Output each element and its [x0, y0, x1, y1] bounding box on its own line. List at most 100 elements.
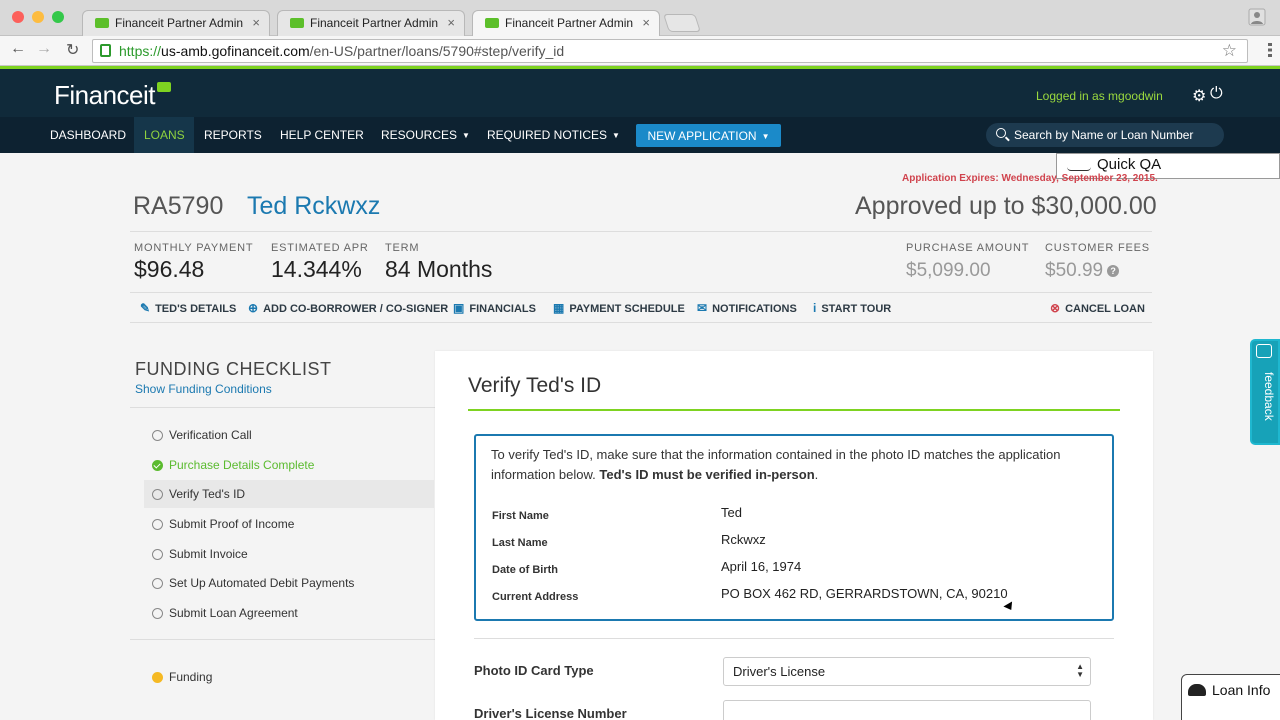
- back-arrow-icon[interactable]: ←: [10, 40, 26, 58]
- divider: [130, 407, 435, 408]
- close-tab-icon[interactable]: ×: [447, 15, 455, 30]
- customer-fees: $50.99?: [1045, 260, 1120, 282]
- nav-resources[interactable]: RESOURCES ▼: [381, 117, 470, 153]
- checklist-label: Verification Call: [169, 428, 252, 442]
- action-label: TED'S DETAILS: [155, 303, 237, 315]
- financeit-logo[interactable]: Financeit: [54, 80, 171, 111]
- nav-required-notices[interactable]: REQUIRED NOTICES ▼: [487, 117, 620, 153]
- envelope-icon: ✉: [697, 301, 708, 315]
- checklist-item-submit-invoice[interactable]: Submit Invoice: [144, 540, 434, 568]
- license-number-label: Driver's License Number: [474, 706, 627, 720]
- action-label: ADD CO-BORROWER / CO-SIGNER: [263, 303, 449, 315]
- main-nav: DASHBOARD LOANS REPORTS HELP CENTER RESO…: [0, 117, 1280, 153]
- approved-amount: Approved up to $30,000.00: [855, 192, 1157, 220]
- show-funding-conditions-link[interactable]: Show Funding Conditions: [135, 382, 272, 396]
- circle-icon: [152, 608, 163, 619]
- customer-fees-value: $50.99: [1045, 260, 1104, 281]
- zoom-window-button[interactable]: [52, 11, 64, 23]
- new-application-button[interactable]: NEW APPLICATION ▼: [636, 124, 781, 147]
- browser-tab-active[interactable]: Financeit Partner Admin ×: [472, 10, 660, 36]
- checklist-label: Set Up Automated Debit Payments: [169, 576, 355, 590]
- action-label: PAYMENT SCHEDULE: [569, 303, 685, 315]
- checklist-label: Submit Proof of Income: [169, 517, 295, 531]
- notifications-link[interactable]: ✉ NOTIFICATIONS: [697, 301, 797, 315]
- last-name-label: Last Name: [492, 537, 548, 549]
- search-input[interactable]: Search by Name or Loan Number: [986, 123, 1224, 147]
- payment-schedule-link[interactable]: ▦ PAYMENT SCHEDULE: [553, 301, 685, 315]
- checklist-label: Purchase Details Complete: [169, 458, 315, 472]
- customer-name[interactable]: Ted Rckwxz: [247, 192, 380, 221]
- start-tour-link[interactable]: i START TOUR: [813, 301, 891, 315]
- url-path: /en-US/partner/loans/5790#step/verify_id: [309, 43, 565, 59]
- circle-icon: [152, 519, 163, 530]
- url-scheme: https://: [119, 43, 162, 59]
- cancel-loan-link[interactable]: ⊗ CANCEL LOAN: [1050, 301, 1145, 315]
- search-icon: [996, 128, 1006, 138]
- logged-in-user[interactable]: Logged in as mgoodwin: [1036, 89, 1163, 103]
- checklist-item-loan-agreement[interactable]: Submit Loan Agreement: [144, 599, 434, 627]
- checklist-item-funding[interactable]: Funding: [144, 663, 434, 691]
- checklist-item-verify-id[interactable]: Verify Ted's ID: [144, 480, 434, 508]
- new-tab-button[interactable]: [663, 14, 701, 32]
- loan-info-widget[interactable]: Loan Info: [1181, 674, 1280, 720]
- help-icon[interactable]: ?: [1107, 265, 1120, 277]
- power-icon[interactable]: ⏻: [1210, 85, 1223, 103]
- feedback-label[interactable]: feedback: [1256, 372, 1276, 421]
- nav-resources-label: RESOURCES: [381, 128, 458, 142]
- cancel-circle-icon: ⊗: [1050, 301, 1061, 315]
- divider: [130, 231, 1152, 232]
- browser-tab[interactable]: Financeit Partner Admin ×: [82, 10, 270, 36]
- divider: [474, 638, 1114, 639]
- circle-icon: [152, 549, 163, 560]
- close-window-button[interactable]: [12, 11, 24, 23]
- tab-title: Financeit Partner Admin: [310, 16, 439, 30]
- url-input[interactable]: https://us-amb.gofinanceit.com/en-US/par…: [92, 39, 1248, 63]
- url-host: us-amb.gofinanceit.com: [161, 43, 310, 59]
- checklist-item-purchase-details[interactable]: Purchase Details Complete: [144, 451, 434, 479]
- photo-id-type-label: Photo ID Card Type: [474, 663, 594, 678]
- action-label: NOTIFICATIONS: [712, 303, 797, 315]
- forward-arrow-icon[interactable]: →: [36, 40, 52, 58]
- nav-loans[interactable]: LOANS: [134, 117, 194, 153]
- action-label: CANCEL LOAN: [1065, 303, 1145, 315]
- info-icon: i: [813, 301, 817, 315]
- verify-instructions: To verify Ted's ID, make sure that the i…: [491, 447, 1061, 482]
- checklist-item-debit-payments[interactable]: Set Up Automated Debit Payments: [144, 569, 434, 597]
- checklist-item-verification-call[interactable]: Verification Call: [144, 421, 434, 449]
- chevron-down-icon: ▼: [462, 131, 470, 140]
- favicon-icon: [95, 18, 109, 28]
- checklist-label: Submit Loan Agreement: [169, 606, 298, 620]
- purchase-amount-value: $5,099.00: [906, 260, 991, 281]
- gear-icon[interactable]: ⚙: [1192, 86, 1206, 106]
- profile-icon[interactable]: [1248, 8, 1266, 26]
- address-value: PO BOX 462 RD, GERRARDSTOWN, CA, 90210: [721, 586, 1008, 601]
- nav-reports[interactable]: REPORTS: [204, 117, 262, 153]
- first-name-value: Ted: [721, 505, 742, 520]
- bookmark-star-icon[interactable]: ☆: [1222, 41, 1237, 61]
- reload-icon[interactable]: ↻: [66, 40, 79, 60]
- close-tab-icon[interactable]: ×: [642, 15, 650, 30]
- verify-id-title: Verify Ted's ID: [468, 374, 602, 397]
- pencil-icon: ✎: [140, 301, 151, 315]
- circle-icon: [152, 430, 163, 441]
- checklist-label: Funding: [169, 670, 213, 684]
- check-circle-icon: [152, 460, 163, 471]
- estimated-apr-label: ESTIMATED APR: [271, 242, 369, 254]
- financials-link[interactable]: ▣ FINANCIALS: [453, 301, 536, 315]
- browser-menu-icon[interactable]: [1268, 42, 1272, 58]
- nav-dashboard[interactable]: DASHBOARD: [50, 117, 126, 153]
- browser-tab[interactable]: Financeit Partner Admin ×: [277, 10, 465, 36]
- minimize-window-button[interactable]: [32, 11, 44, 23]
- nav-help-center[interactable]: HELP CENTER: [280, 117, 364, 153]
- circle-icon: [152, 489, 163, 500]
- photo-id-type-select[interactable]: Driver's License ▲ ▼: [723, 657, 1091, 686]
- add-co-borrower-link[interactable]: ⊕ ADD CO-BORROWER / CO-SIGNER: [248, 301, 448, 315]
- teds-details-link[interactable]: ✎ TED'S DETAILS: [140, 301, 236, 315]
- close-tab-icon[interactable]: ×: [252, 15, 260, 30]
- money-icon: ▣: [453, 301, 465, 315]
- logo-leaf-icon: [157, 82, 171, 92]
- divider: [130, 322, 1152, 323]
- license-number-input[interactable]: [723, 700, 1091, 720]
- photo-id-type-value: Driver's License: [733, 664, 826, 679]
- checklist-item-proof-of-income[interactable]: Submit Proof of Income: [144, 510, 434, 538]
